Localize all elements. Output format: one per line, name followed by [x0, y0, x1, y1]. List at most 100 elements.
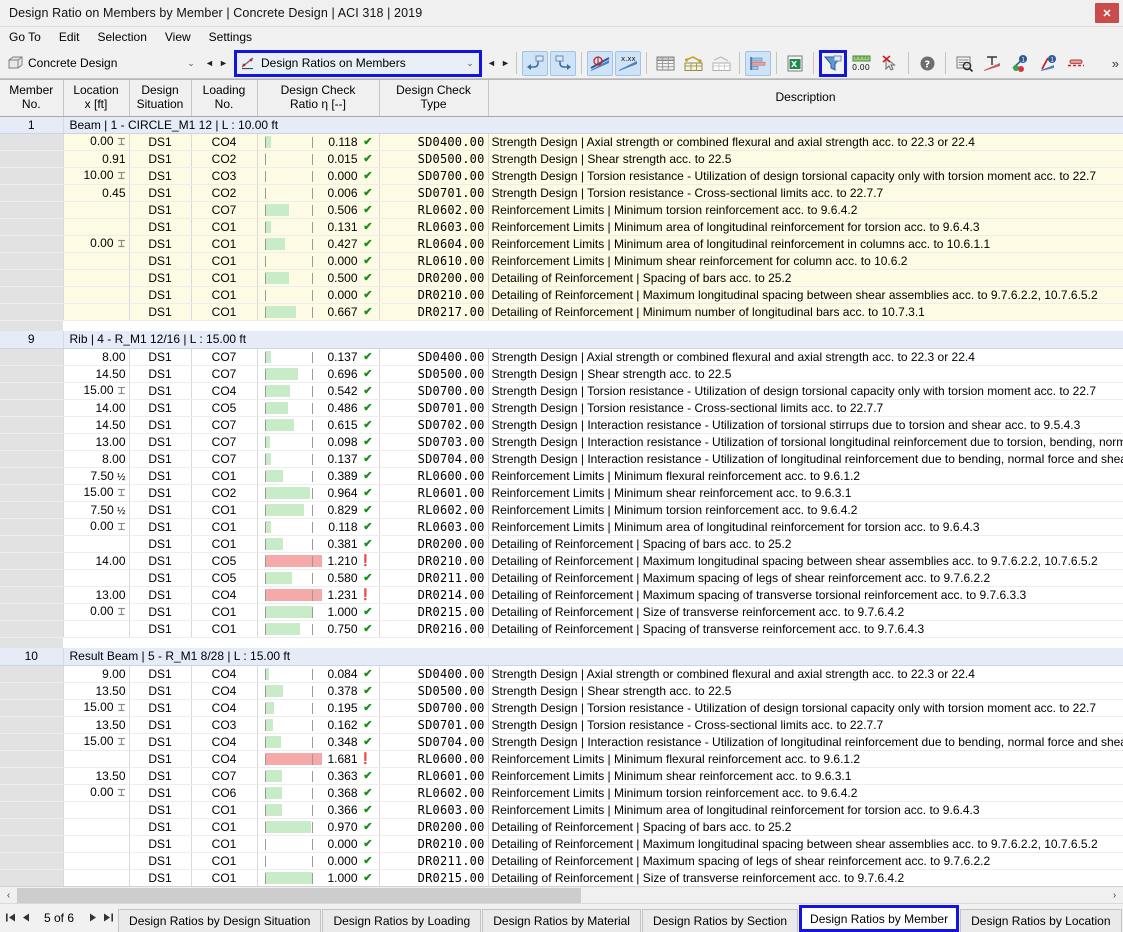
table-row[interactable]: DS1 CO1 0.970 ✔ DR0200.00 Detailing of Reinfo… — [0, 818, 1123, 836]
info-nodes-icon[interactable]: 1 — [1007, 51, 1033, 76]
col-header-design-check-ratio[interactable]: Design Check Ratio η [--] — [257, 80, 380, 117]
table-row[interactable]: 13.00 DS1 CO7 0.098 ✔ SD0703.00 Strength Desig… — [0, 433, 1123, 451]
col-header-design-check-type[interactable]: Design Check Type — [379, 80, 489, 117]
table-next-button[interactable]: ► — [499, 53, 512, 73]
module-prev-button[interactable]: ◄ — [203, 53, 216, 73]
filter-icon[interactable] — [819, 49, 847, 77]
menu-item-settings[interactable]: Settings — [200, 27, 261, 48]
table-row[interactable]: DS1 CO7 0.506 ✔ RL0602.00 Reinforcement Limit… — [0, 201, 1123, 219]
tab-design-ratios-by-design-situation[interactable]: Design Ratios by Design Situation — [118, 909, 322, 932]
table-row[interactable]: 0.91 DS1 CO2 0.015 ✔ SD0500.00 Strength Design… — [0, 150, 1123, 168]
table-row[interactable]: 14.00 DS1 CO5 0.486 ✔ SD0701.00 Strength Desig… — [0, 399, 1123, 417]
chevron-down-icon[interactable]: ⌄ — [461, 58, 479, 69]
tab-design-ratios-by-member[interactable]: Design Ratios by Member — [799, 905, 960, 932]
table-row[interactable]: DS1 CO1 0.366 ✔ RL0603.00 Reinforcement Limit… — [0, 801, 1123, 819]
table-select[interactable]: Design Ratios on Members ⌄ — [234, 49, 482, 77]
table-row[interactable]: 14.50 DS1 CO7 0.696 ✔ SD0500.00 Strength Desig… — [0, 365, 1123, 383]
scrollbar-track[interactable] — [17, 887, 1106, 903]
menu-item-go-to[interactable]: Go To — [0, 27, 50, 48]
menu-item-view[interactable]: View — [156, 27, 200, 48]
table-row[interactable]: DS1 CO1 0.381 ✔ DR0200.00 Detailing of Reinfo… — [0, 535, 1123, 553]
result-values-icon[interactable]: x.xx — [615, 50, 641, 76]
col-header-design-situation[interactable]: Design Situation — [129, 80, 192, 117]
tab-design-ratios-by-material[interactable]: Design Ratios by Material — [482, 909, 641, 932]
table-row[interactable]: 13.50 DS1 CO3 0.162 ✔ SD0701.00 Strength Desig… — [0, 716, 1123, 734]
horizontal-scrollbar[interactable]: ‹ › 2 — [0, 886, 1123, 903]
col-header-location[interactable]: Location x [ft] — [63, 80, 130, 117]
table-row[interactable]: 8.00 DS1 CO7 0.137 ✔ SD0400.00 Strength Design… — [0, 348, 1123, 366]
table-row[interactable]: DS1 CO1 0.667 ✔ DR0217.00 Detailing of Reinfo… — [0, 303, 1123, 321]
table-row[interactable]: 13.50 DS1 CO4 0.378 ✔ SD0500.00 Strength Desig… — [0, 682, 1123, 700]
table-row[interactable]: 15.00 DS1 CO4 0.542 ✔ SD0700.00 Strength Desig… — [0, 382, 1123, 400]
module-next-button[interactable]: ► — [217, 53, 230, 73]
table-row[interactable]: DS1 CO1 0.000 ✔ DR0210.00 Detailing of Reinfo… — [0, 286, 1123, 304]
toolbar-overflow-button[interactable]: » — [1112, 56, 1119, 71]
table-row[interactable]: 7.50 ½ DS1 CO1 0.389 ✔ RL0600.00 Reinforcement… — [0, 467, 1123, 485]
member-group-header[interactable]: 1 Beam | 1 - CIRCLE_M1 12 | L : 10.00 ft — [0, 116, 1123, 134]
tab-design-ratios-by-loading[interactable]: Design Ratios by Loading — [322, 909, 482, 932]
table-row[interactable]: 15.00 DS1 CO2 0.964 ✔ RL0601.00 Reinforcement … — [0, 484, 1123, 502]
export-excel-icon[interactable]: X — [782, 51, 808, 76]
table-row[interactable]: 10.00 DS1 CO3 0.000 ✔ SD0700.00 Strength Desig… — [0, 167, 1123, 185]
scroll-right-button[interactable]: › — [1106, 887, 1123, 904]
result-forward-icon[interactable] — [550, 50, 576, 76]
result-diagram-icon[interactable] — [587, 50, 613, 76]
member-results-icon[interactable] — [1063, 51, 1089, 76]
prev-page-button[interactable] — [18, 907, 34, 929]
table-row[interactable]: DS1 CO1 0.000 ✔ DR0211.00 Detailing of Reinfo… — [0, 852, 1123, 870]
scroll-left-button[interactable]: ‹ — [0, 887, 17, 904]
result-bars-icon[interactable] — [745, 50, 771, 76]
table-row[interactable]: DS1 CO1 0.500 ✔ DR0200.00 Detailing of Reinfo… — [0, 269, 1123, 287]
extreme-values-icon[interactable] — [979, 51, 1005, 76]
table-row[interactable]: 0.00 DS1 CO6 0.368 ✔ RL0602.00 Reinforcement L… — [0, 784, 1123, 802]
chevron-down-icon[interactable]: ⌄ — [182, 58, 200, 69]
member-group-header[interactable]: 10 Result Beam | 5 - R_M1 8/28 | L : 15.0… — [0, 648, 1123, 666]
table-prev-button[interactable]: ◄ — [485, 53, 498, 73]
table-row[interactable]: DS1 CO1 0.000 ✔ DR0210.00 Detailing of Reinfo… — [0, 835, 1123, 853]
table-all-icon[interactable] — [652, 51, 678, 76]
table-row[interactable]: 13.00 DS1 CO4 1.231 ❗ DR0214.00 Detailing of R… — [0, 586, 1123, 604]
table-row[interactable]: 0.00 DS1 CO1 1.000 ✔ DR0215.00 Detailing of Re… — [0, 603, 1123, 621]
table-row[interactable]: 15.00 DS1 CO4 0.348 ✔ SD0704.00 Strength Desig… — [0, 733, 1123, 751]
table-row[interactable]: 13.50 DS1 CO7 0.363 ✔ RL0601.00 Reinforcement … — [0, 767, 1123, 785]
last-page-button[interactable] — [100, 907, 116, 929]
info-members-icon[interactable]: 1 — [1035, 51, 1061, 76]
table-row[interactable]: DS1 CO4 1.681 ❗ RL0600.00 Reinforcement Limit… — [0, 750, 1123, 768]
zoom-table-icon[interactable] — [951, 51, 977, 76]
results-table-container[interactable]: Member No. Location x [ft] Design Situat… — [0, 79, 1123, 886]
table-row[interactable]: DS1 CO1 0.000 ✔ RL0610.00 Reinforcement Limit… — [0, 252, 1123, 270]
result-back-icon[interactable] — [522, 50, 548, 76]
table-row[interactable]: 0.00 DS1 CO1 0.427 ✔ RL0604.00 Reinforcement L… — [0, 235, 1123, 253]
table-row[interactable]: 15.00 DS1 CO4 0.195 ✔ SD0700.00 Strength Desig… — [0, 699, 1123, 717]
first-page-button[interactable] — [2, 907, 18, 929]
table-empty-icon[interactable] — [708, 51, 734, 76]
table-row[interactable]: DS1 CO5 0.580 ✔ DR0211.00 Detailing of Reinfo… — [0, 569, 1123, 587]
table-row[interactable]: DS1 CO1 1.000 ✔ DR0215.00 Detailing of Reinfo… — [0, 869, 1123, 886]
table-row[interactable]: 14.00 DS1 CO5 1.210 ❗ DR0210.00 Detailing of R… — [0, 552, 1123, 570]
table-selected-icon[interactable] — [680, 51, 706, 76]
member-group-header[interactable]: 9 Rib | 4 - R_M1 12/16 | L : 15.00 ft — [0, 331, 1123, 349]
table-row[interactable]: 9.00 DS1 CO4 0.084 ✔ SD0400.00 Strength Design… — [0, 665, 1123, 683]
menu-item-selection[interactable]: Selection — [89, 27, 156, 48]
table-row[interactable]: 14.50 DS1 CO7 0.615 ✔ SD0702.00 Strength Desig… — [0, 416, 1123, 434]
table-row[interactable]: 0.00 DS1 CO4 0.118 ✔ SD0400.00 Strength Design… — [0, 133, 1123, 151]
col-header-member[interactable]: Member No. — [0, 80, 64, 117]
menu-item-edit[interactable]: Edit — [50, 27, 89, 48]
tab-design-ratios-by-location[interactable]: Design Ratios by Location — [960, 909, 1122, 932]
table-row[interactable]: DS1 CO1 0.131 ✔ RL0603.00 Reinforcement Limit… — [0, 218, 1123, 236]
module-select[interactable]: Concrete Design ⌄ — [4, 52, 200, 75]
scrollbar-thumb[interactable] — [17, 887, 581, 903]
table-row[interactable]: 0.45 DS1 CO2 0.006 ✔ SD0701.00 Strength Design… — [0, 184, 1123, 202]
next-page-button[interactable] — [84, 907, 100, 929]
table-row[interactable]: 7.50 ½ DS1 CO1 0.829 ✔ RL0602.00 Reinforcement… — [0, 501, 1123, 519]
tab-design-ratios-by-section[interactable]: Design Ratios by Section — [641, 909, 799, 932]
close-icon[interactable]: ✕ — [1095, 3, 1119, 23]
help-icon[interactable]: ? — [914, 51, 940, 76]
table-row[interactable]: DS1 CO1 0.750 ✔ DR0216.00 Detailing of Reinfo… — [0, 620, 1123, 638]
table-row[interactable]: 8.00 DS1 CO7 0.137 ✔ SD0704.00 Strength Design… — [0, 450, 1123, 468]
col-header-loading[interactable]: Loading No. — [191, 80, 258, 117]
col-header-description[interactable]: Description — [488, 80, 1123, 117]
deselect-icon[interactable] — [877, 51, 903, 76]
table-row[interactable]: 0.00 DS1 CO1 0.118 ✔ RL0603.00 Reinforcement L… — [0, 518, 1123, 536]
decimal-places-icon[interactable]: 0.00 — [849, 51, 875, 76]
